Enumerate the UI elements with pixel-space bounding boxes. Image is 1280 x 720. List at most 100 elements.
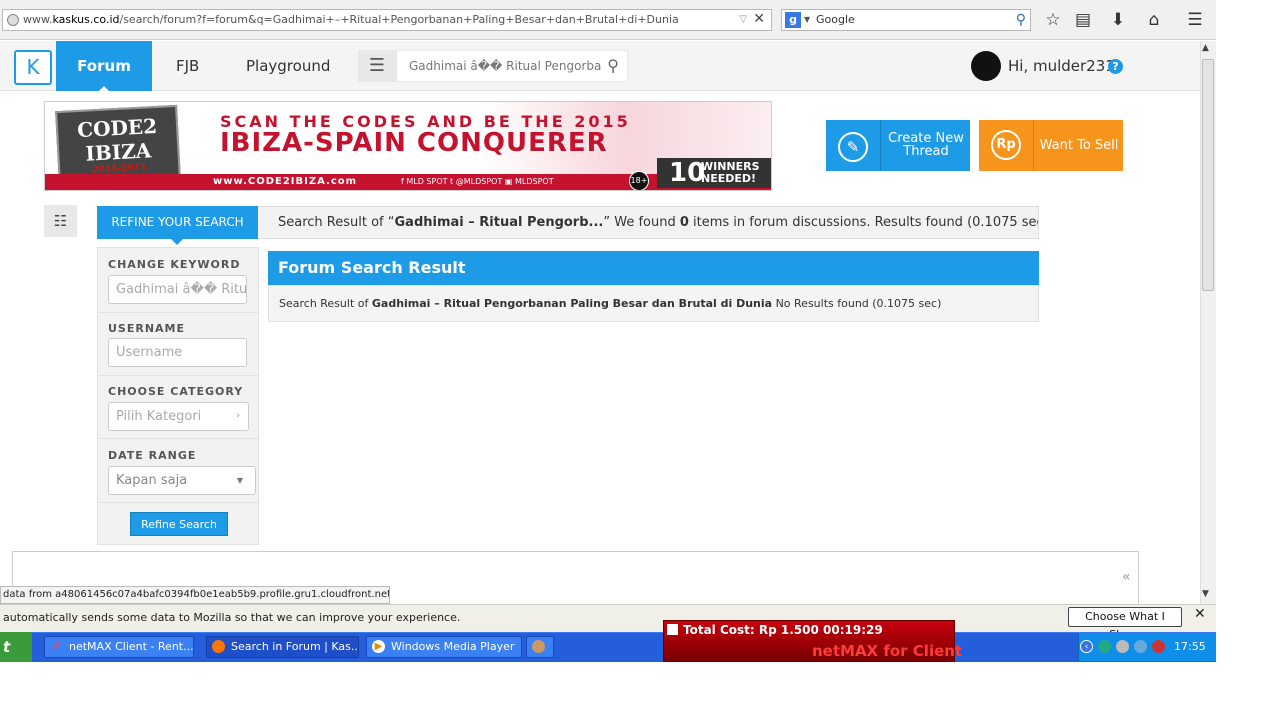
search-engine-icon[interactable]: g [785, 12, 801, 28]
display-icon[interactable] [1134, 640, 1147, 653]
want-to-sell-label: Want To Sell [1039, 138, 1119, 153]
url-domain: kaskus.co.id [52, 13, 120, 26]
home-icon[interactable]: ⌂ [1144, 10, 1164, 30]
netmax-icon: ✗ [52, 641, 61, 652]
banner-logo-line2: IBIZA [84, 138, 152, 166]
help-icon[interactable]: ? [1108, 59, 1123, 74]
rupiah-icon-label: Rp [991, 130, 1021, 160]
kaskus-logo[interactable]: K [14, 50, 52, 85]
date-range-select[interactable]: Kapan saja ▼ [108, 466, 256, 495]
url-path: /search/forum?f=forum&q=Gadhimai+–+Ritua… [119, 13, 679, 26]
app-icon [532, 640, 545, 653]
nav-forum-tab[interactable]: Forum [56, 41, 152, 92]
date-range-label: DATE RANGE [108, 449, 197, 462]
task-app[interactable] [526, 636, 554, 658]
nav-playground-tab[interactable]: Playground [236, 41, 340, 91]
divider [98, 502, 258, 503]
chevron-right-icon: › [236, 411, 240, 421]
stop-icon[interactable]: ✕ [753, 10, 765, 29]
divider [98, 312, 258, 313]
download-icon[interactable]: ⬇ [1108, 10, 1128, 30]
forum-result-heading: Forum Search Result [268, 251, 1039, 285]
create-thread-label: Create New Thread [888, 131, 964, 159]
netmax-checkbox-icon[interactable] [667, 624, 678, 635]
browser-search-bar[interactable]: g ▼ Google ⚲ [781, 9, 1031, 31]
bookmark-star-icon[interactable]: ☆ [1043, 10, 1063, 30]
banner-url: www.CODE2IBIZA.com [213, 176, 358, 187]
tray-expand-icon[interactable]: ‹ [1080, 640, 1093, 653]
summary-count: 0 [679, 215, 689, 230]
date-range-value: Kapan saja [116, 473, 188, 488]
keyword-input[interactable]: Gadhimai â�� Ritual [108, 275, 247, 304]
user-greeting[interactable]: Hi, mulder231 [1008, 41, 1115, 91]
url-prefix: www. [23, 13, 53, 26]
refine-search-tab[interactable]: REFINE YOUR SEARCH [97, 206, 258, 245]
chevron-down-icon: ▼ [236, 476, 243, 485]
scroll-down-icon[interactable]: ▼ [1202, 589, 1209, 599]
search-engine-placeholder: Google [816, 13, 855, 26]
winners-badge: 10 WINNERS NEEDED! [657, 158, 771, 188]
task-firefox[interactable]: Search in Forum | Kas... [206, 636, 359, 658]
collapse-icon[interactable]: « [1122, 569, 1131, 585]
netmax-tray-icon[interactable] [1152, 640, 1165, 653]
category-select[interactable]: Pilih Kategori › [108, 402, 249, 431]
want-to-sell-button[interactable]: Rp Want To Sell [979, 120, 1123, 171]
notification-text: automatically sends some data to Mozilla… [3, 611, 461, 624]
search-engine-caret-icon[interactable]: ▼ [804, 10, 810, 30]
divider [98, 375, 258, 376]
category-label: CHOOSE CATEGORY [108, 385, 244, 398]
notification-bar: automatically sends some data to Mozilla… [0, 604, 1216, 632]
task-label: netMAX Client - Rent... [69, 640, 194, 653]
banner-headline-2: IBIZA-SPAIN CONQUERER [220, 128, 608, 158]
summary-suffix: items in forum discussions. Results foun… [688, 215, 1039, 230]
task-netmax-client[interactable]: ✗ netMAX Client - Rent... [44, 636, 194, 658]
close-icon[interactable]: ✕ [1194, 606, 1206, 622]
scrollbar-thumb[interactable] [1202, 59, 1214, 291]
menu-icon[interactable]: ☰ [1185, 10, 1205, 30]
task-media-player[interactable]: ▶ Windows Media Player [366, 636, 522, 658]
winners-number: 10 [669, 158, 706, 188]
netmax-brand: netMAX for Client [812, 642, 963, 660]
username-input[interactable]: Username [108, 338, 247, 367]
site-search-input[interactable]: Gadhimai â�� Ritual Pengorba ⚲ [396, 50, 628, 82]
media-player-icon: ▶ [372, 640, 385, 653]
forum-result-body: Search Result of Gadhimai – Ritual Pengo… [268, 285, 1039, 322]
summary-query: Gadhimai – Ritual Pengorb... [394, 215, 604, 230]
nav-fjb-tab[interactable]: FJB [164, 41, 211, 91]
volume-icon[interactable] [1116, 640, 1129, 653]
forum-result-prefix: Search Result of [279, 297, 372, 310]
web-page: K Forum FJB Playground ☰ Gadhimai â�� Ri… [0, 41, 1200, 604]
network-icon[interactable] [1098, 640, 1111, 653]
netmax-cost-text: Total Cost: Rp 1.500 00:19:29 [683, 623, 883, 637]
age-rating-badge: 18+ [629, 171, 649, 190]
task-label: Windows Media Player [391, 640, 515, 653]
category-value: Pilih Kategori [116, 409, 202, 424]
banner-socials: f MLD SPOT t @MLDSPOT ▣ MLDSPOT [401, 177, 554, 186]
refine-tab-arrow [171, 239, 183, 245]
refine-search-button[interactable]: Refine Search [130, 512, 228, 536]
forum-result-query: Gadhimai – Ritual Pengorbanan Paling Bes… [371, 297, 773, 310]
site-search-value: Gadhimai â�� Ritual Pengorba [409, 59, 602, 73]
status-bar: data from a48061456c07a4bafc0394fb0e1eab… [0, 586, 390, 604]
pencil-icon: ✎ [826, 120, 881, 171]
avatar[interactable] [971, 51, 1001, 81]
bookmarks-list-icon[interactable]: ▤ [1073, 10, 1093, 30]
create-thread-button[interactable]: ✎ Create New Thread [826, 120, 970, 171]
start-button[interactable]: t [0, 632, 32, 662]
rupiah-icon: Rp [979, 120, 1034, 171]
url-history-dropdown-icon[interactable]: ▽ [739, 10, 747, 30]
search-icon[interactable]: ⚲ [607, 51, 619, 81]
ad-banner[interactable]: CODE2 IBIZA 2014-2015 SCAN THE CODES AND… [44, 101, 772, 191]
search-go-icon[interactable]: ⚲ [1016, 10, 1026, 30]
search-filter-list-icon[interactable]: ☰ [358, 50, 396, 82]
site-identity-icon[interactable] [7, 14, 19, 26]
summary-prefix: Search Result of “ [278, 215, 395, 230]
scroll-up-icon[interactable]: ▲ [1202, 43, 1209, 53]
refine-sidebar: CHANGE KEYWORD Gadhimai â�� Ritual USERN… [97, 247, 259, 545]
sidebar-toggle-icon[interactable]: ☷ [44, 205, 77, 237]
winners-text: WINNERS NEEDED! [701, 160, 760, 185]
username-label: USERNAME [108, 322, 186, 335]
nav-forum-label: Forum [77, 57, 131, 75]
address-bar[interactable]: www.kaskus.co.id/search/forum?f=forum&q=… [2, 9, 772, 31]
choose-what-i-share-button[interactable]: Choose What I Share [1068, 607, 1182, 641]
